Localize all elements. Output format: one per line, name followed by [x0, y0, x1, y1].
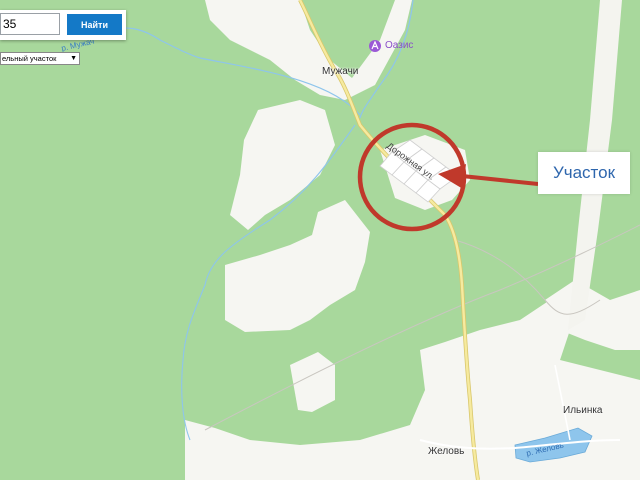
place-label-ilyinka: Ильинка	[563, 405, 603, 416]
property-type-selected: ельный участок	[2, 54, 57, 63]
parcel-callout-label: Участок	[538, 152, 630, 194]
place-label-zhelov: Желовь	[428, 446, 465, 457]
property-type-select[interactable]: ельный участок ▼	[0, 52, 80, 65]
poi-label-oasis[interactable]: Оазис	[385, 40, 413, 51]
search-input[interactable]: 35	[0, 13, 60, 35]
chevron-down-icon: ▼	[70, 55, 77, 62]
place-label-muzhachi: Мужачи	[322, 66, 359, 77]
oasis-poi-icon[interactable]	[369, 40, 381, 52]
map-canvas[interactable]: Дорожная ул. р. Мужач р. Желовь	[0, 0, 640, 480]
search-button[interactable]: Найти	[67, 14, 122, 35]
